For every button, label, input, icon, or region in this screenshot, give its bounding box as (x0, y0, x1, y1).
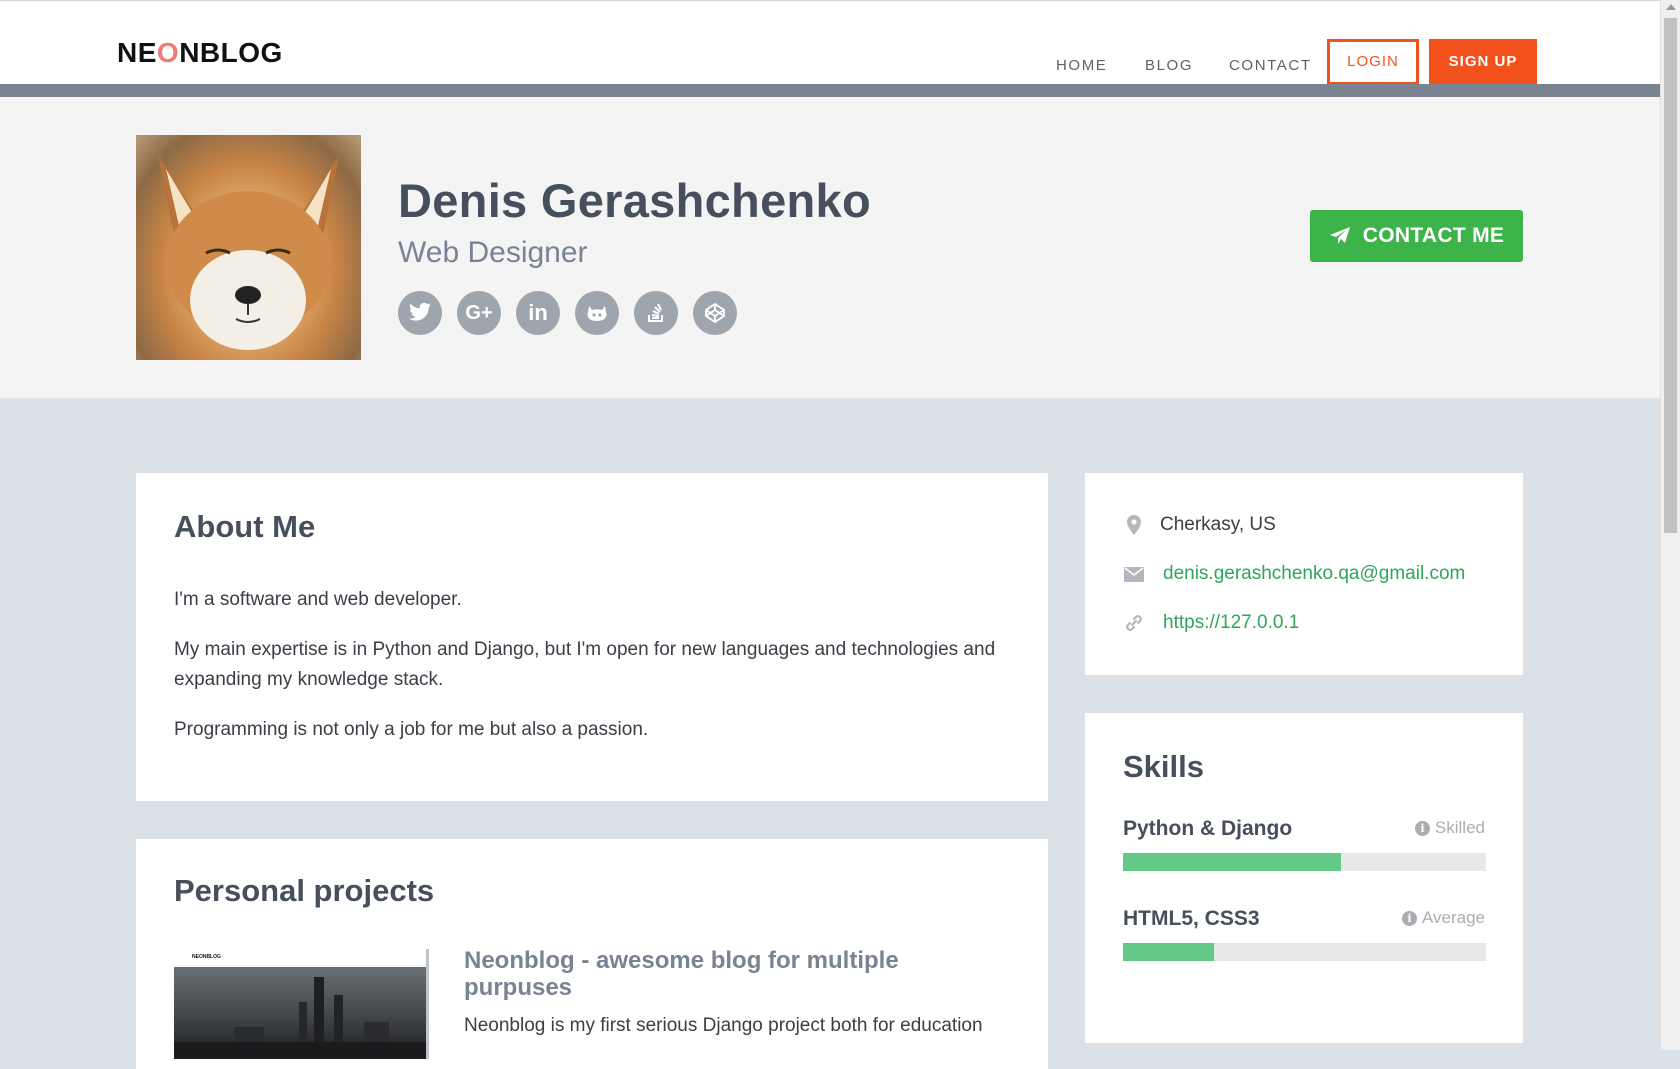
map-marker-icon (1123, 514, 1145, 536)
website-link[interactable]: https://127.0.0.1 (1163, 612, 1299, 634)
contact-me-button[interactable]: CONTACT ME (1310, 210, 1523, 262)
twitter-icon[interactable] (398, 291, 442, 335)
codepen-icon[interactable] (693, 291, 737, 335)
about-paragraph: I'm a software and web developer. (174, 589, 462, 610)
skill-level: i Average (1401, 908, 1485, 928)
stackoverflow-icon[interactable] (634, 291, 678, 335)
project-thumbnail-logo: NEONBLOG (192, 954, 221, 960)
fox-avatar-image (158, 155, 339, 350)
location-text: Cherkasy, US (1160, 514, 1276, 535)
project-thumbnail-image (174, 967, 426, 1059)
page-scrollbar[interactable] (1660, 0, 1680, 1050)
paper-plane-icon (1329, 227, 1350, 244)
about-paragraph: My main expertise is in Python and Djang… (174, 639, 996, 690)
login-button[interactable]: LOGIN (1327, 39, 1419, 85)
website-row: https://127.0.0.1 (1123, 609, 1299, 637)
skills-title: Skills (1123, 749, 1204, 784)
skill-level: i Skilled (1414, 818, 1485, 838)
linkedin-icon[interactable]: in (516, 291, 560, 335)
scrollbar-thumb[interactable] (1664, 18, 1677, 533)
skill-name: HTML5, CSS3 (1123, 907, 1260, 930)
contact-info-card: Cherkasy, US denis.gerashchenko.qa@gmail… (1085, 473, 1523, 675)
envelope-icon (1123, 563, 1145, 585)
profile-header: Denis Gerashchenko Web Designer G+ in CO… (0, 97, 1660, 398)
scroll-up-arrow-icon[interactable] (1666, 4, 1676, 10)
profile-name: Denis Gerashchenko (398, 174, 871, 227)
link-icon (1123, 612, 1145, 634)
email-row: denis.gerashchenko.qa@gmail.com (1123, 560, 1465, 588)
skill-name: Python & Django (1123, 817, 1293, 840)
about-me-title: About Me (174, 509, 316, 544)
nav-link-home[interactable]: HOME (1056, 57, 1107, 74)
info-circle-icon[interactable]: i (1401, 910, 1417, 926)
project-thumbnail[interactable]: NEONBLOG (174, 949, 429, 1059)
skill-level-text: Skilled (1434, 818, 1485, 837)
personal-projects-card: Personal projects NEONBLOG Neonblog - aw… (136, 839, 1048, 1069)
profile-job-title: Web Designer (398, 236, 588, 269)
avatar (136, 135, 361, 360)
info-circle-icon[interactable]: i (1414, 820, 1430, 836)
skill-progress-bar (1123, 853, 1486, 871)
top-navbar: NEONBLOG HOME BLOG CONTACT LOGIN SIGN UP (0, 0, 1660, 85)
skill-progress-fill (1123, 943, 1214, 961)
location-row: Cherkasy, US (1123, 511, 1276, 539)
project-description: Neonblog is my first serious Django proj… (464, 1015, 983, 1036)
about-paragraph: Programming is not only a job for me but… (174, 719, 649, 740)
personal-projects-title: Personal projects (174, 873, 435, 908)
about-me-card: About Me I'm a software and web develope… (136, 473, 1048, 801)
nav-link-contact[interactable]: CONTACT (1229, 57, 1312, 74)
github-icon[interactable] (575, 291, 619, 335)
nav-link-blog[interactable]: BLOG (1145, 57, 1193, 74)
google-plus-icon[interactable]: G+ (457, 291, 501, 335)
navbar-divider (0, 84, 1660, 97)
skill-progress-fill (1123, 853, 1341, 871)
skills-card: Skills Python & Django i Skilled HTML5, CSS… (1085, 713, 1523, 1043)
project-title-link[interactable]: Neonblog - awesome blog for multiple pur… (464, 947, 984, 1001)
site-logo[interactable]: NEONBLOG (117, 37, 283, 69)
skill-level-text: Average (1421, 908, 1485, 927)
signup-button[interactable]: SIGN UP (1429, 39, 1537, 85)
skill-progress-bar (1123, 943, 1486, 961)
email-link[interactable]: denis.gerashchenko.qa@gmail.com (1163, 563, 1465, 585)
